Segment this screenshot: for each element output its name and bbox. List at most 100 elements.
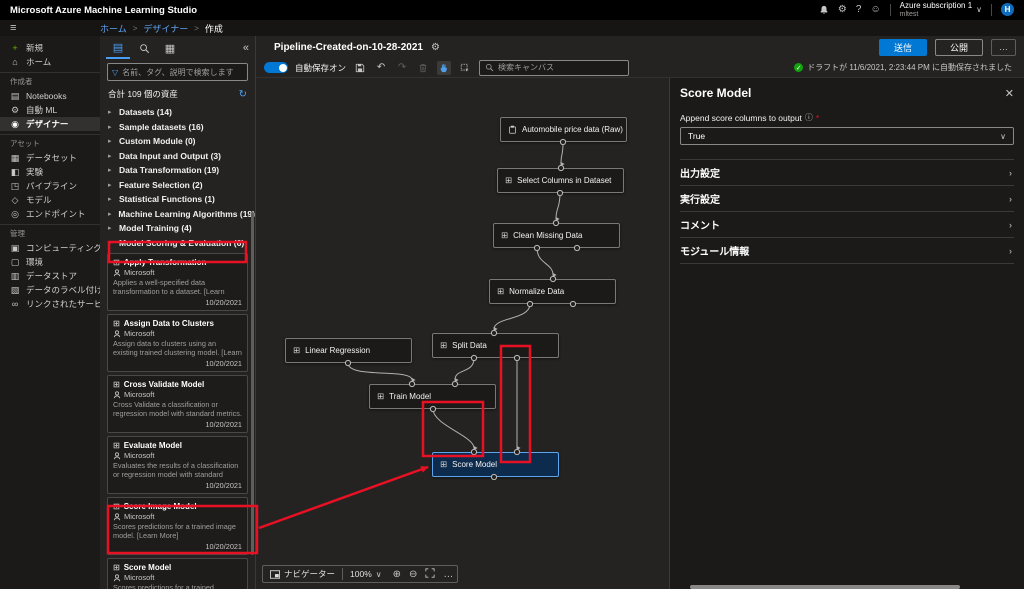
- module-category-row[interactable]: ▸Data Transformation (19): [100, 163, 255, 178]
- feedback-smiley-icon[interactable]: ☺: [870, 5, 880, 15]
- accordion-section-row[interactable]: 実行設定›: [680, 186, 1014, 212]
- sidebar-item-environments[interactable]: ▢環境: [0, 255, 100, 269]
- sidebar-item-experiments[interactable]: ◧実験: [0, 165, 100, 179]
- more-options-button[interactable]: …: [991, 39, 1016, 56]
- module-category-row[interactable]: ▸Statistical Functions (1): [100, 192, 255, 207]
- delete-trash-icon[interactable]: [416, 61, 430, 75]
- category-label: Sample datasets (16): [119, 122, 204, 132]
- datastore-icon: ▥: [10, 271, 20, 282]
- module-list: ▸Datasets (14)▸Sample datasets (16)▸Cust…: [100, 103, 255, 589]
- zoom-out-icon[interactable]: ⊖: [405, 569, 421, 580]
- sidebar-item-endpoints[interactable]: ◎エンドポイント: [0, 207, 100, 221]
- module-category-row[interactable]: ▸Data Input and Output (3): [100, 149, 255, 164]
- pipeline-edge[interactable]: [537, 248, 553, 275]
- module-card[interactable]: ⊞Cross Validate ModelMicrosoftCross Vali…: [107, 375, 248, 433]
- pipeline-edge[interactable]: [455, 358, 474, 380]
- breadcrumb-current: 作成: [205, 22, 223, 35]
- module-card[interactable]: ⊞Score Image ModelMicrosoftScores predic…: [107, 497, 248, 555]
- tab-data-icon[interactable]: ▦: [158, 37, 182, 59]
- pipeline-node[interactable]: ⊞Train Model: [369, 384, 496, 409]
- pipeline-canvas[interactable]: ナビゲーター 100% ∨ ⊕ ⊖ … Auto: [256, 78, 669, 589]
- horizontal-scrollbar[interactable]: [690, 585, 960, 589]
- zoom-level-dropdown[interactable]: 100% ∨: [343, 566, 389, 582]
- hamburger-menu-icon[interactable]: ≡: [0, 22, 100, 34]
- module-category-row[interactable]: ▸Sample datasets (16): [100, 120, 255, 135]
- help-icon[interactable]: ?: [856, 5, 862, 15]
- sidebar-item-linked-services[interactable]: ∞リンクされたサービス: [0, 297, 100, 311]
- save-icon[interactable]: [353, 61, 367, 75]
- notifications-bell-icon[interactable]: [819, 5, 829, 15]
- sidebar-item-datasets[interactable]: ▦データセット: [0, 151, 100, 165]
- append-score-columns-dropdown[interactable]: True ∨: [680, 127, 1014, 145]
- refresh-icon[interactable]: ↻: [239, 89, 247, 100]
- publish-button[interactable]: 公開: [935, 39, 983, 56]
- settings-gear-icon[interactable]: ⚙: [838, 5, 847, 15]
- category-label: Datasets (14): [119, 107, 172, 117]
- module-category-row[interactable]: ▸Custom Module (0): [100, 134, 255, 149]
- module-category-row[interactable]: ▾Model Scoring & Evaluation (6): [100, 236, 255, 251]
- breadcrumb-home[interactable]: ホーム: [100, 22, 127, 35]
- zoom-in-icon[interactable]: ⊕: [389, 569, 405, 580]
- submit-button[interactable]: 送信: [879, 39, 927, 56]
- pipeline-node[interactable]: Automobile price data (Raw): [500, 117, 627, 142]
- sidebar-item-notebooks[interactable]: ▤Notebooks: [0, 89, 100, 103]
- accordion-section-row[interactable]: モジュール情報›: [680, 238, 1014, 264]
- collapse-panel-icon[interactable]: «: [243, 42, 249, 54]
- autosave-toggle[interactable]: [264, 62, 288, 73]
- module-category-row[interactable]: ▸Feature Selection (2): [100, 178, 255, 193]
- close-icon[interactable]: ✕: [1005, 87, 1014, 100]
- breadcrumb-designer[interactable]: デザイナー: [143, 22, 188, 35]
- module-card[interactable]: ⊞Assign Data to ClustersMicrosoftAssign …: [107, 314, 248, 372]
- module-date: 10/20/2021: [113, 298, 242, 307]
- pan-hand-tool-icon[interactable]: [437, 61, 451, 75]
- tab-search-icon[interactable]: [132, 37, 156, 59]
- sidebar-item-automated-ml[interactable]: ⚙自動 ML: [0, 103, 100, 117]
- sidebar-item-designer[interactable]: ◉デザイナー: [0, 117, 100, 131]
- accordion-section-row[interactable]: コメント›: [680, 212, 1014, 238]
- pipeline-edge[interactable]: [561, 142, 563, 164]
- palette-search-input[interactable]: [122, 68, 243, 77]
- subscription-selector[interactable]: Azure subscription 1 mltest ∨: [900, 2, 982, 18]
- module-card[interactable]: ⊞Score ModelMicrosoftScores predictions …: [107, 558, 248, 589]
- person-icon: [113, 574, 121, 582]
- module-card[interactable]: ⊞Apply TransformationMicrosoftApplies a …: [107, 253, 248, 311]
- sidebar-item-home[interactable]: ⌂ホーム: [0, 55, 100, 69]
- module-card[interactable]: ⊞Evaluate ModelMicrosoftEvaluates the re…: [107, 436, 248, 494]
- pipeline-node[interactable]: ⊞Score Model: [432, 452, 559, 477]
- labeling-icon: ▧: [10, 285, 20, 296]
- avatar[interactable]: H: [1001, 3, 1014, 16]
- sidebar-item-models[interactable]: ◇モデル: [0, 193, 100, 207]
- module-icon: ⊞: [113, 319, 120, 328]
- tab-modules-icon[interactable]: ▤: [106, 37, 130, 59]
- redo-icon[interactable]: ↷: [395, 61, 409, 75]
- module-palette-panel: ▤ ▦ « ▽ 合計 109 個の資産 ↻ ▸Datasets (14)▸Sam…: [100, 36, 256, 589]
- undo-icon[interactable]: ↶: [374, 61, 388, 75]
- module-category-row[interactable]: ▸Model Training (4): [100, 221, 255, 236]
- pipeline-node[interactable]: ⊞Split Data: [432, 333, 559, 358]
- pipeline-edge[interactable]: [348, 363, 412, 380]
- pipeline-node[interactable]: ⊞Clean Missing Data: [493, 223, 620, 248]
- select-tool-icon[interactable]: [458, 61, 472, 75]
- sidebar-item-new[interactable]: +新規: [0, 41, 100, 55]
- sidebar-item-data-labeling[interactable]: ▧データのラベル付け: [0, 283, 100, 297]
- sidebar-item-pipelines[interactable]: ◳パイプライン: [0, 179, 100, 193]
- pipeline-edge[interactable]: [433, 409, 474, 448]
- module-category-row[interactable]: ▸Datasets (14): [100, 105, 255, 120]
- canvas-search-input[interactable]: [498, 63, 623, 72]
- pipeline-node[interactable]: ⊞Normalize Data: [489, 279, 616, 304]
- pipeline-edge[interactable]: [494, 304, 530, 329]
- sidebar-item-compute[interactable]: ▣コンピューティング: [0, 241, 100, 255]
- info-icon[interactable]: ⓘ: [805, 112, 813, 123]
- module-icon: ⊞: [293, 345, 300, 356]
- palette-scrollbar[interactable]: [251, 212, 254, 555]
- fit-to-screen-icon[interactable]: [421, 568, 439, 581]
- navigator-button[interactable]: ナビゲーター: [263, 566, 342, 582]
- navigator-more-icon[interactable]: …: [439, 569, 457, 580]
- sidebar-item-datastores[interactable]: ▥データストア: [0, 269, 100, 283]
- pipeline-settings-gear-icon[interactable]: ⚙: [431, 42, 440, 53]
- pipeline-node[interactable]: ⊞Linear Regression: [285, 338, 412, 363]
- accordion-section-row[interactable]: 出力設定›: [680, 160, 1014, 186]
- module-category-row[interactable]: ▸Machine Learning Algorithms (19): [100, 207, 255, 222]
- pipeline-node[interactable]: ⊞Select Columns in Dataset: [497, 168, 624, 193]
- pipeline-edge[interactable]: [556, 193, 560, 219]
